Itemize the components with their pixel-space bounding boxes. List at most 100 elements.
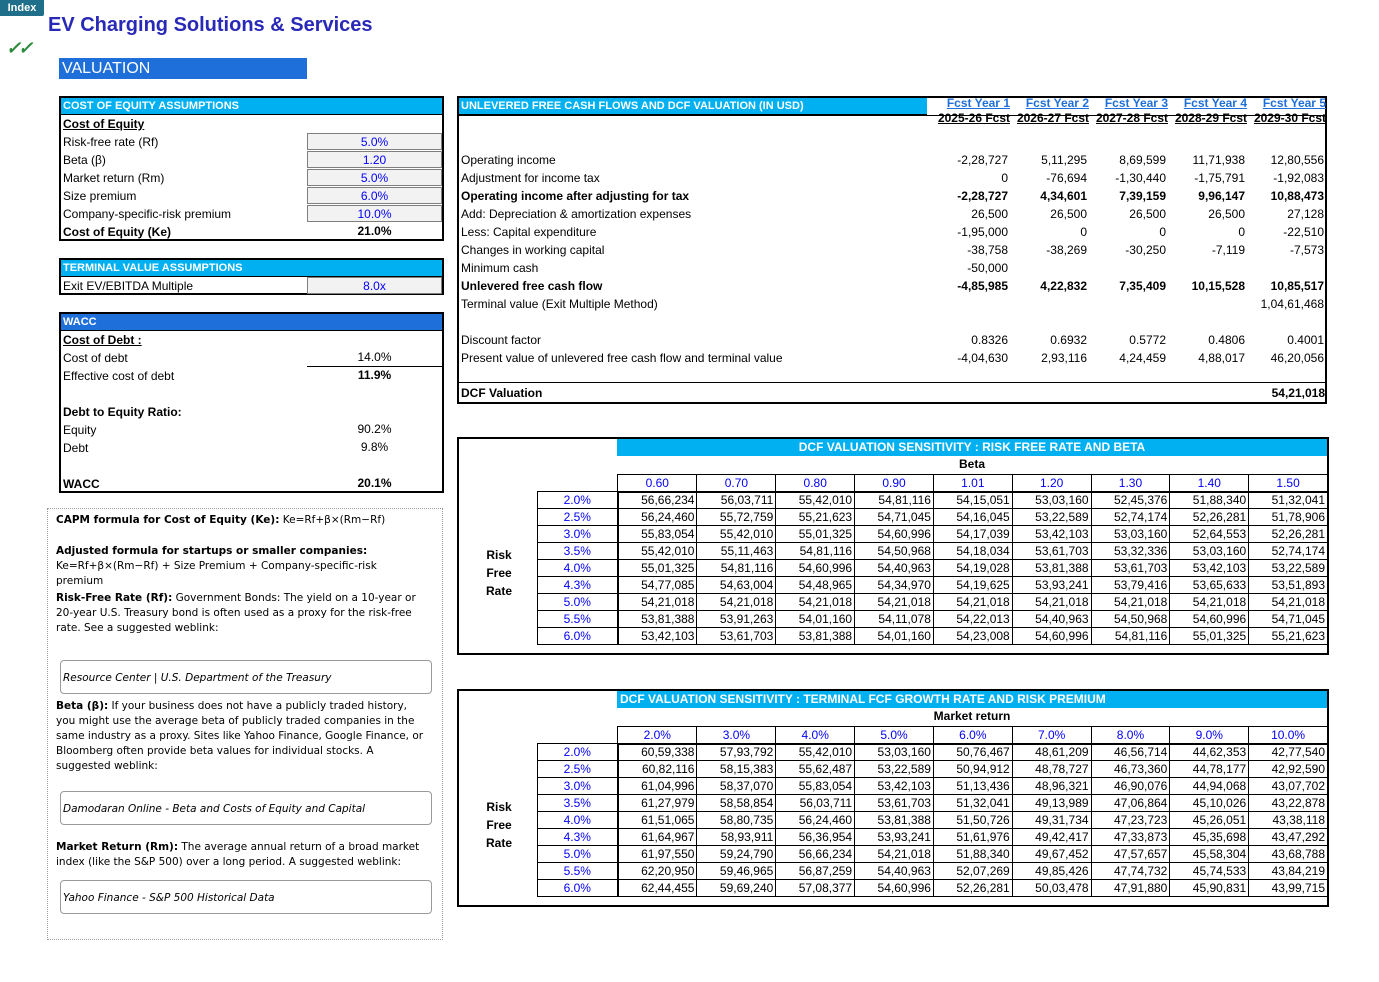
sensitivity-cell[interactable]: 46,90,076 <box>1090 777 1171 795</box>
sensitivity-cell[interactable]: 62,20,950 <box>616 862 698 880</box>
sensitivity-cell[interactable]: 51,50,726 <box>932 811 1013 829</box>
sensitivity-cell[interactable]: 51,13,436 <box>932 777 1013 795</box>
sensitivity-cell[interactable]: 55,21,623 <box>775 508 856 526</box>
sensitivity-cell[interactable]: 56,24,460 <box>775 811 856 829</box>
sensitivity-cell[interactable]: 56,36,954 <box>775 828 856 846</box>
sensitivity-cell[interactable]: 52,45,376 <box>1090 491 1171 509</box>
sensitivity-cell[interactable]: 55,42,010 <box>696 525 777 543</box>
sensitivity-cell[interactable]: 47,57,657 <box>1090 845 1171 863</box>
sensitivity-cell[interactable]: 49,13,989 <box>1011 794 1092 812</box>
sensitivity-cell[interactable]: 54,16,045 <box>932 508 1013 526</box>
sensitivity-cell[interactable]: 53,42,103 <box>616 627 698 645</box>
sensitivity-cell[interactable]: 54,21,018 <box>932 593 1013 611</box>
sensitivity-cell[interactable]: 55,01,325 <box>1169 627 1250 645</box>
sensitivity-cell[interactable]: 54,23,008 <box>932 627 1013 645</box>
sensitivity-cell[interactable]: 45,10,026 <box>1169 794 1250 812</box>
sensitivity-cell[interactable]: 49,67,452 <box>1011 845 1092 863</box>
sensitivity-cell[interactable]: 54,19,625 <box>932 576 1013 594</box>
sensitivity-cell[interactable]: 53,61,703 <box>696 627 777 645</box>
sensitivity-cell[interactable]: 45,90,831 <box>1169 879 1250 897</box>
sensitivity-cell[interactable]: 44,78,177 <box>1169 760 1250 778</box>
sensitivity-cell[interactable]: 43,07,702 <box>1248 777 1328 795</box>
sensitivity-cell[interactable]: 54,63,004 <box>696 576 777 594</box>
index-tab[interactable]: Index <box>0 0 44 16</box>
sensitivity-cell[interactable]: 54,60,996 <box>775 559 856 577</box>
sensitivity-cell[interactable]: 54,21,018 <box>854 845 934 863</box>
sensitivity-cell[interactable]: 56,66,234 <box>775 845 856 863</box>
sensitivity-cell[interactable]: 48,96,321 <box>1011 777 1092 795</box>
sensitivity-cell[interactable]: 54,77,085 <box>616 576 698 594</box>
sensitivity-cell[interactable]: 54,60,996 <box>854 879 934 897</box>
sensitivity-cell[interactable]: 59,46,965 <box>696 862 777 880</box>
sensitivity-cell[interactable]: 43,38,118 <box>1248 811 1328 829</box>
sensitivity-cell[interactable]: 56,66,234 <box>616 491 698 509</box>
sensitivity-cell[interactable]: 54,40,963 <box>1011 610 1092 628</box>
sensitivity-cell[interactable]: 50,94,912 <box>932 760 1013 778</box>
forecast-year-label[interactable]: Fcst Year 2 <box>1011 96 1089 111</box>
sensitivity-cell[interactable]: 45,26,051 <box>1169 811 1250 829</box>
sensitivity-cell[interactable]: 53,42,103 <box>1011 525 1092 543</box>
sensitivity-cell[interactable]: 55,83,054 <box>616 525 698 543</box>
sensitivity-cell[interactable]: 61,97,550 <box>616 845 698 863</box>
sensitivity-cell[interactable]: 55,21,623 <box>1248 627 1328 645</box>
sensitivity-cell[interactable]: 45,74,533 <box>1169 862 1250 880</box>
sensitivity-cell[interactable]: 43,47,292 <box>1248 828 1328 846</box>
sensitivity-cell[interactable]: 53,32,336 <box>1090 542 1171 560</box>
sensitivity-cell[interactable]: 55,62,487 <box>775 760 856 778</box>
sensitivity-cell[interactable]: 48,78,727 <box>1011 760 1092 778</box>
sensitivity-cell[interactable]: 52,26,281 <box>1248 525 1328 543</box>
sensitivity-cell[interactable]: 44,94,068 <box>1169 777 1250 795</box>
sensitivity-cell[interactable]: 54,18,034 <box>932 542 1013 560</box>
sensitivity-cell[interactable]: 59,69,240 <box>696 879 777 897</box>
sensitivity-cell[interactable]: 55,11,463 <box>696 542 777 560</box>
sensitivity-cell[interactable]: 54,21,018 <box>1248 593 1328 611</box>
sensitivity-cell[interactable]: 49,42,417 <box>1011 828 1092 846</box>
sensitivity-cell[interactable]: 51,61,976 <box>932 828 1013 846</box>
sensitivity-cell[interactable]: 47,91,880 <box>1090 879 1171 897</box>
sensitivity-cell[interactable]: 61,04,996 <box>616 777 698 795</box>
forecast-year-label[interactable]: Fcst Year 4 <box>1169 96 1247 111</box>
sensitivity-cell[interactable]: 54,21,018 <box>696 593 777 611</box>
sensitivity-cell[interactable]: 53,65,633 <box>1169 576 1250 594</box>
sensitivity-cell[interactable]: 45,58,304 <box>1169 845 1250 863</box>
sensitivity-cell[interactable]: 53,61,703 <box>1090 559 1171 577</box>
sensitivity-cell[interactable]: 47,23,723 <box>1090 811 1171 829</box>
sensitivity-cell[interactable]: 54,21,018 <box>854 593 934 611</box>
sensitivity-cell[interactable]: 53,42,103 <box>854 777 934 795</box>
sensitivity-cell[interactable]: 61,51,065 <box>616 811 698 829</box>
sensitivity-cell[interactable]: 54,60,996 <box>854 525 934 543</box>
sensitivity-cell[interactable]: 56,24,460 <box>616 508 698 526</box>
sensitivity-cell[interactable]: 54,81,116 <box>1090 627 1171 645</box>
sensitivity-cell[interactable]: 54,15,051 <box>932 491 1013 509</box>
sensitivity-cell[interactable]: 54,17,039 <box>932 525 1013 543</box>
sensitivity-cell[interactable]: 51,88,340 <box>932 845 1013 863</box>
sensitivity-cell[interactable]: 57,08,377 <box>775 879 856 897</box>
sensitivity-cell[interactable]: 53,51,893 <box>1248 576 1328 594</box>
sensitivity-cell[interactable]: 56,03,711 <box>696 491 777 509</box>
forecast-year-label[interactable]: Fcst Year 3 <box>1090 96 1168 111</box>
sensitivity-cell[interactable]: 53,81,388 <box>854 811 934 829</box>
sensitivity-cell[interactable]: 47,74,732 <box>1090 862 1171 880</box>
sensitivity-cell[interactable]: 52,74,174 <box>1090 508 1171 526</box>
sensitivity-cell[interactable]: 54,21,018 <box>775 593 856 611</box>
sensitivity-cell[interactable]: 51,32,041 <box>932 794 1013 812</box>
sensitivity-cell[interactable]: 54,81,116 <box>854 491 934 509</box>
sensitivity-cell[interactable]: 54,21,018 <box>1090 593 1171 611</box>
sensitivity-cell[interactable]: 54,21,018 <box>616 593 698 611</box>
sensitivity-cell[interactable]: 54,21,018 <box>1011 593 1092 611</box>
sensitivity-cell[interactable]: 43,22,878 <box>1248 794 1328 812</box>
sensitivity-cell[interactable]: 53,61,703 <box>854 794 934 812</box>
sensitivity-cell[interactable]: 54,01,160 <box>775 610 856 628</box>
cost-of-equity-row-input[interactable]: 6.0% <box>307 187 442 204</box>
sensitivity-cell[interactable]: 54,50,968 <box>1090 610 1171 628</box>
sensitivity-cell[interactable]: 53,03,160 <box>1169 542 1250 560</box>
sensitivity-cell[interactable]: 42,92,590 <box>1248 760 1328 778</box>
sensitivity-cell[interactable]: 53,93,241 <box>854 828 934 846</box>
sensitivity-cell[interactable]: 60,82,116 <box>616 760 698 778</box>
sensitivity-cell[interactable]: 54,81,116 <box>775 542 856 560</box>
sensitivity-cell[interactable]: 46,56,714 <box>1090 743 1171 761</box>
sensitivity-cell[interactable]: 53,91,263 <box>696 610 777 628</box>
sensitivity-cell[interactable]: 56,87,259 <box>775 862 856 880</box>
sensitivity-cell[interactable]: 60,59,338 <box>616 743 698 761</box>
forecast-year-label[interactable]: Fcst Year 5 <box>1248 96 1326 111</box>
